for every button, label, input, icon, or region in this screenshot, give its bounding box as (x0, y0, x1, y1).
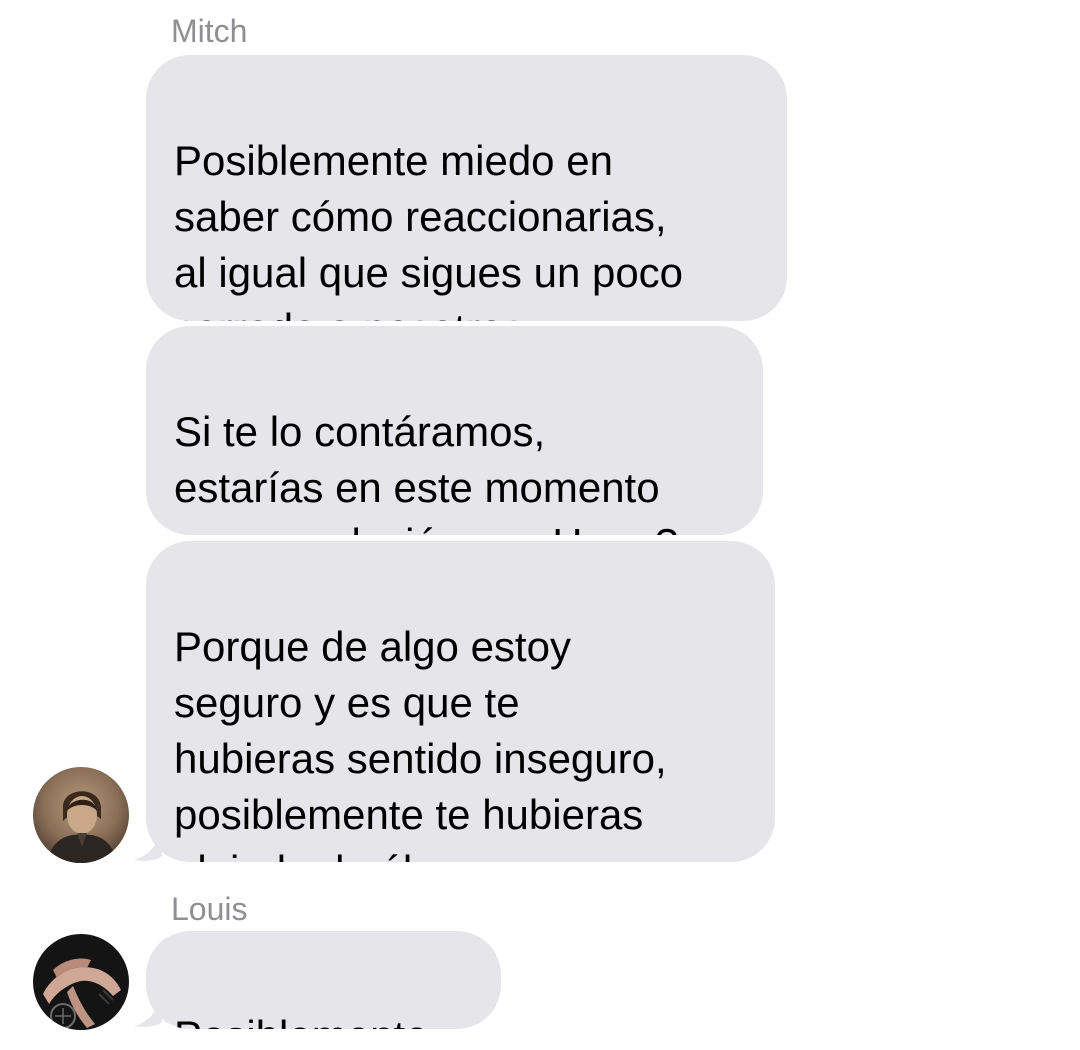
message-text: Porque de algo estoy seguro y es que te … (174, 623, 667, 862)
message-bubble[interactable]: Si te lo contáramos, estarías en este mo… (146, 326, 763, 535)
message-thread: Mitch Posiblemente miedo en saber cómo r… (0, 0, 1080, 1050)
message-text: Posiblemente miedo en saber cómo reaccio… (174, 137, 684, 321)
sender-name: Mitch (171, 13, 248, 49)
avatar[interactable] (33, 767, 129, 863)
sender-name: Louis (171, 891, 248, 927)
message-text: Posiblemente. (174, 1008, 473, 1029)
contact-avatar-photo-icon (33, 934, 129, 1030)
bubble-tail-icon (134, 992, 162, 1027)
avatar[interactable] (33, 934, 129, 1030)
contact-avatar-photo-icon (33, 767, 129, 863)
message-bubble[interactable]: Posiblemente. (146, 931, 501, 1029)
message-text: Si te lo contáramos, estarías en este mo… (174, 408, 678, 535)
bubble-tail-icon (134, 826, 162, 861)
message-bubble[interactable]: Posiblemente miedo en saber cómo reaccio… (146, 55, 787, 321)
message-bubble[interactable]: Porque de algo estoy seguro y es que te … (146, 541, 775, 862)
